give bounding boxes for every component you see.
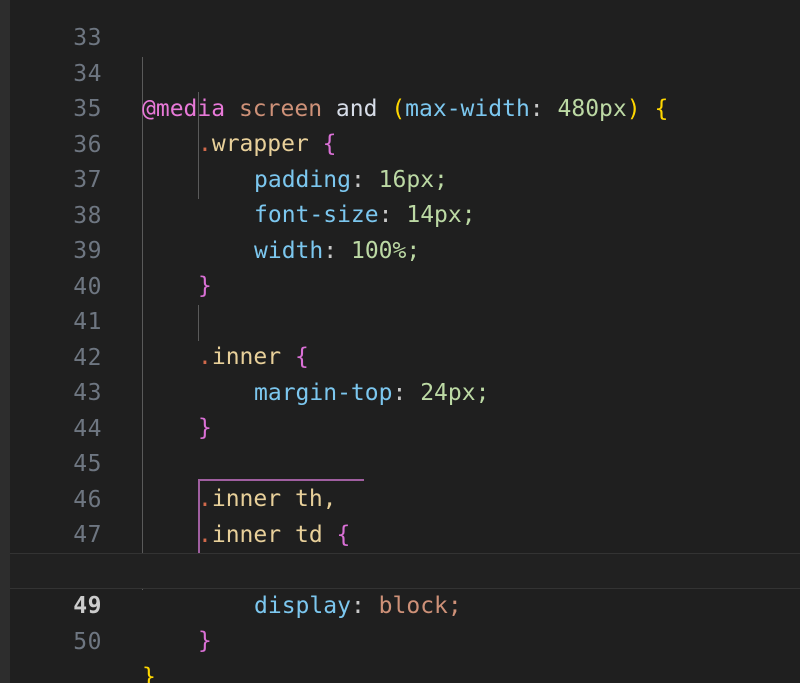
code-editor-screenshot: 33 34 @media screen and (max-width: 480p… [0, 0, 800, 683]
editor-line[interactable]: 36 padding: 16px; [10, 92, 800, 194]
editor-line[interactable]: 39 } [10, 198, 800, 300]
editor-line[interactable]: 33 [10, 0, 800, 51]
editor-line[interactable]: 42 margin-top: 24px; [10, 305, 800, 407]
token-brace-close: } [142, 664, 156, 683]
editor-line[interactable]: 43 } [10, 340, 800, 442]
editor-line[interactable]: 44 [10, 376, 800, 442]
editor-line[interactable]: 37 font-size: 14px; [10, 127, 800, 229]
editor-line[interactable]: 38 width: 100%; [10, 163, 800, 265]
editor-line[interactable]: 46 .inner td { [10, 447, 800, 549]
editor-line[interactable]: 47 width: 100%; [10, 482, 800, 584]
editor-line[interactable]: 35 .wrapper { [10, 56, 800, 158]
line-number: 50 [73, 628, 102, 655]
editor-line[interactable]: 50 } [10, 589, 800, 683]
editor-line[interactable]: 45 .inner th, [10, 411, 800, 513]
editor-code-area[interactable]: 33 34 @media screen and (max-width: 480p… [10, 0, 800, 683]
editor-line-active[interactable]: 49 } [10, 553, 800, 654]
editor-line[interactable]: 48 display: block; [10, 518, 800, 620]
editor-left-strip [0, 0, 10, 683]
editor-line[interactable]: 34 @media screen and (max-width: 480px) … [10, 21, 800, 123]
token-brace-close: } [198, 628, 212, 654]
editor-line[interactable]: 40 [10, 234, 800, 300]
editor-line[interactable]: 41 .inner { [10, 269, 800, 371]
line-content: } [198, 624, 212, 660]
line-content: } [142, 660, 156, 683]
